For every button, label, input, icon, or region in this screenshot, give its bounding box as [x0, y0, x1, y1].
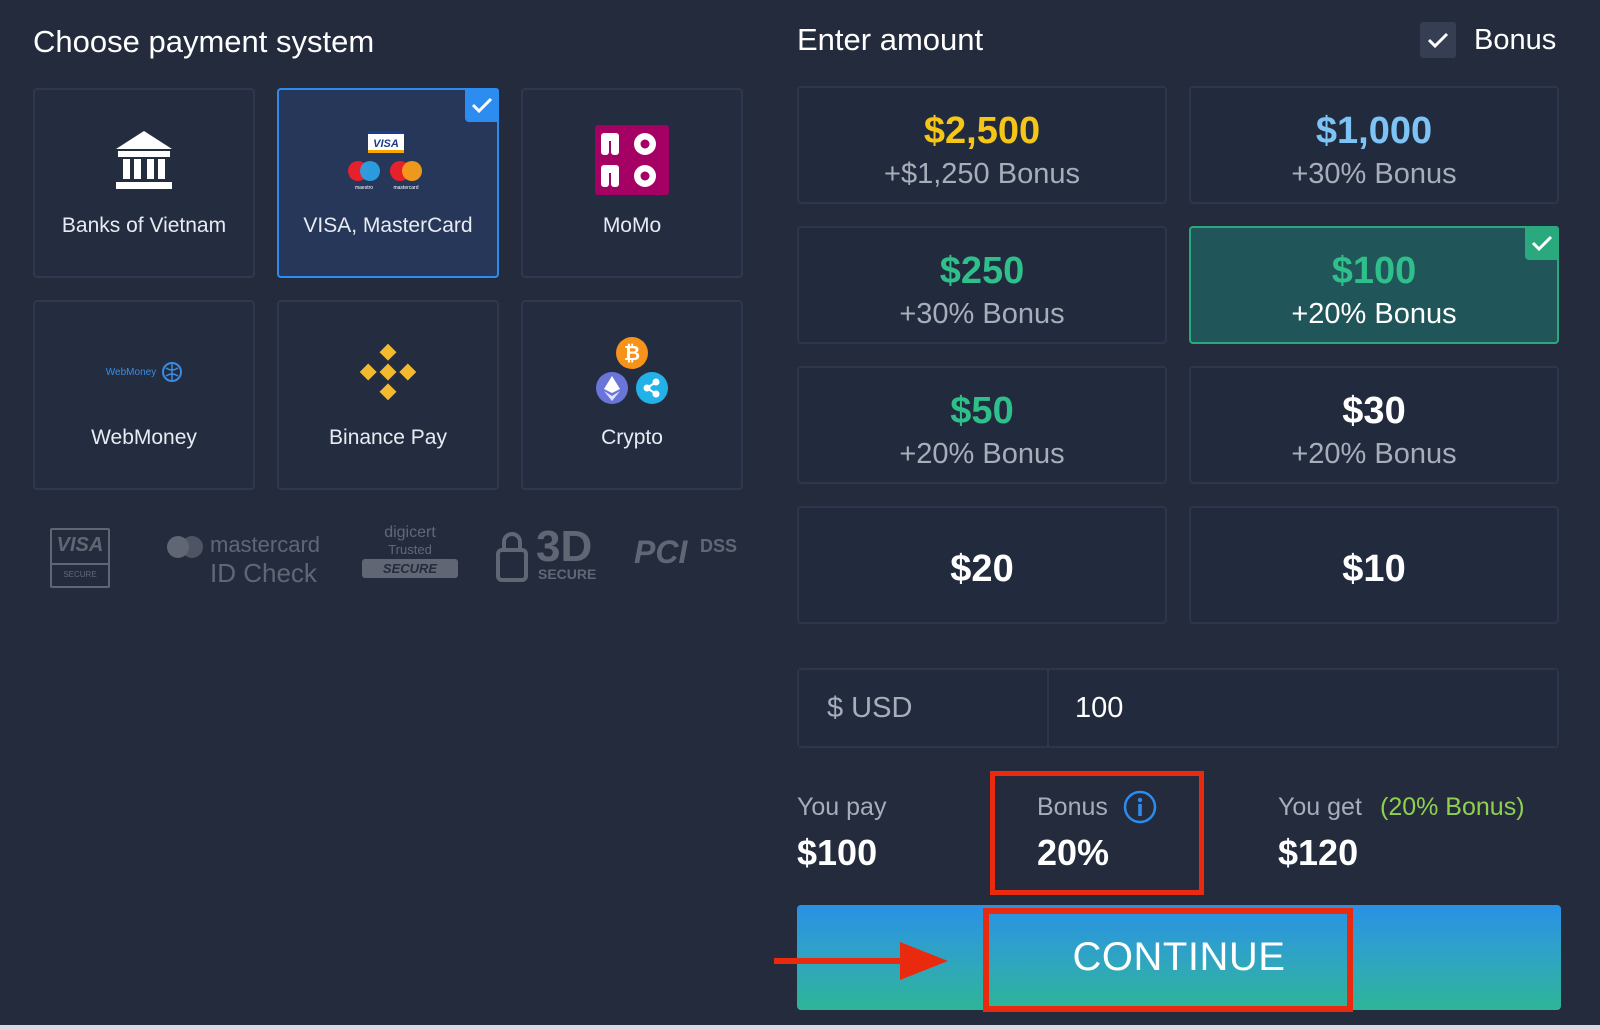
arrow-right-icon: [774, 942, 948, 980]
amount-value: $10: [1342, 548, 1406, 590]
visa-secure-icon: VISA SECURE: [50, 528, 110, 588]
amount-value: $30: [1342, 390, 1406, 432]
bottom-divider: [0, 1025, 1600, 1030]
digicert-icon: digicert Trusted SECURE: [362, 524, 458, 586]
you-get-label: You get: [1278, 793, 1362, 821]
amount-section-title: Enter amount: [797, 22, 984, 57]
amount-option[interactable]: $2,500 +$1,250 Bonus: [797, 86, 1167, 204]
amount-value: $250: [939, 250, 1025, 292]
bonus-checkbox[interactable]: Bonus: [1420, 22, 1556, 58]
amount-option[interactable]: $20: [797, 506, 1167, 624]
bonus-checkbox-label: Bonus: [1474, 23, 1557, 56]
amount-option-selected[interactable]: $100 +20% Bonus: [1189, 226, 1559, 344]
payment-method-momo[interactable]: MoMo: [521, 88, 743, 278]
payment-method-webmoney[interactable]: WebMoney WebMoney: [33, 300, 255, 490]
highlight-box-continue: [983, 908, 1353, 1012]
payment-method-grid: Banks of Vietnam VISA maestro mastercard…: [33, 88, 745, 492]
payment-method-label: MoMo: [602, 214, 662, 237]
amount-bonus: +30% Bonus: [1291, 158, 1457, 190]
checkbox-check-icon: [1420, 22, 1456, 58]
binance-icon: [279, 332, 497, 412]
you-get-bonus-note: (20% Bonus): [1380, 793, 1525, 821]
you-pay-label: You pay: [797, 793, 887, 821]
amount-value: $50: [950, 390, 1014, 432]
crypto-icon: ₿: [523, 332, 741, 412]
svg-text:maestro: maestro: [355, 185, 373, 191]
amount-bonus: +$1,250 Bonus: [884, 158, 1080, 190]
svg-text:VISA: VISA: [373, 138, 399, 150]
payment-method-label: Crypto: [601, 426, 663, 449]
amount-bonus: +20% Bonus: [899, 438, 1065, 470]
payment-section-title: Choose payment system: [33, 24, 375, 59]
svg-text:₿: ₿: [624, 343, 640, 365]
payment-method-label: Banks of Vietnam: [61, 214, 227, 237]
payment-method-label: WebMoney: [91, 426, 197, 449]
payment-method-label: VISA, MasterCard: [303, 214, 473, 237]
payment-method-banks-of-vietnam[interactable]: Banks of Vietnam: [33, 88, 255, 278]
visa-mastercard-icon: VISA maestro mastercard: [279, 120, 497, 200]
amount-option[interactable]: $10: [1189, 506, 1559, 624]
amount-value: $100: [1331, 250, 1417, 292]
mastercard-id-check-icon: mastercard ID Check: [166, 528, 326, 588]
amount-bonus: +30% Bonus: [899, 298, 1065, 330]
webmoney-logo-text: WebMoney: [105, 366, 157, 378]
payment-method-label: Binance Pay: [329, 426, 447, 449]
amount-option[interactable]: $30 +20% Bonus: [1189, 366, 1559, 484]
amount-input-field: $ USD: [797, 668, 1559, 748]
amount-value: $1,000: [1315, 110, 1433, 152]
you-get-value: $120: [1278, 832, 1359, 873]
amount-bonus: +20% Bonus: [1291, 438, 1457, 470]
payment-method-binance-pay[interactable]: Binance Pay: [277, 300, 499, 490]
svg-text:mastercard: mastercard: [393, 185, 418, 191]
amount-option[interactable]: $50 +20% Bonus: [797, 366, 1167, 484]
3d-secure-icon: 3D SECURE: [494, 522, 604, 588]
currency-label: $ USD: [799, 670, 1049, 746]
amount-options-grid: $2,500 +$1,250 Bonus $1,000 +30% Bonus $…: [797, 86, 1561, 626]
pci-dss-icon: PCI DSS: [634, 534, 738, 570]
amount-input[interactable]: [1049, 670, 1557, 746]
amount-value: $2,500: [923, 110, 1041, 152]
security-badges: VISA SECURE mastercard ID Check digicert…: [44, 522, 744, 592]
amount-option[interactable]: $250 +30% Bonus: [797, 226, 1167, 344]
momo-logo-icon: [523, 120, 741, 200]
webmoney-logo-icon: WebMoney: [35, 332, 253, 412]
highlight-box-bonus: [990, 771, 1204, 895]
bank-icon: [35, 120, 253, 200]
payment-method-visa-mastercard[interactable]: VISA maestro mastercard VISA, MasterCard: [277, 88, 499, 278]
selected-check-icon: [465, 88, 499, 122]
payment-method-crypto[interactable]: ₿ Crypto: [521, 300, 743, 490]
amount-option[interactable]: $1,000 +30% Bonus: [1189, 86, 1559, 204]
selected-check-icon: [1525, 226, 1559, 260]
amount-value: $20: [950, 548, 1014, 590]
you-pay-value: $100: [797, 832, 878, 873]
amount-bonus: +20% Bonus: [1291, 298, 1457, 330]
